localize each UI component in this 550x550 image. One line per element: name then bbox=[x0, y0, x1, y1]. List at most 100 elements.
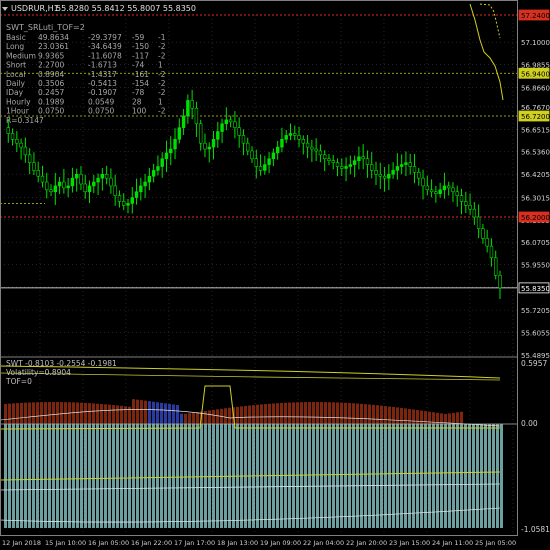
symbol-label: USDRUR,H1 bbox=[11, 4, 59, 13]
histogram-bar-neg bbox=[56, 424, 59, 528]
chart-header: USDRUR,H1 55.8280 55.8412 55.8007 55.835… bbox=[2, 4, 196, 13]
histogram-bar-pos bbox=[288, 402, 291, 424]
price-tick: 55.7205 bbox=[521, 307, 550, 315]
histogram-bar-neg bbox=[68, 424, 71, 528]
histogram-bar-pos bbox=[180, 413, 183, 424]
time-tick: 19 Jan 09:00 bbox=[260, 539, 301, 547]
stats-cell: -29.3797 bbox=[88, 33, 122, 42]
histogram-bar-neg bbox=[8, 424, 11, 528]
histogram-bar-neg bbox=[316, 424, 319, 528]
histogram-bar-neg bbox=[488, 424, 491, 528]
histogram-bar-pos bbox=[172, 404, 175, 424]
histogram-bar-neg bbox=[448, 424, 451, 528]
histogram-bar-neg bbox=[104, 424, 107, 528]
stats-cell: 0.0750 bbox=[88, 107, 114, 116]
histogram-bar-neg bbox=[44, 424, 47, 528]
chevron-down-icon[interactable] bbox=[2, 7, 8, 11]
price-tick: 56.0705 bbox=[521, 239, 550, 247]
candle-body bbox=[32, 162, 36, 171]
stats-cell: 23.0361 bbox=[38, 42, 69, 51]
histogram-bar-pos bbox=[224, 408, 227, 424]
price-tick: 56.5360 bbox=[521, 149, 550, 157]
histogram-bar-pos bbox=[312, 402, 315, 424]
histogram-bar-pos bbox=[460, 411, 463, 424]
histogram-bar-pos bbox=[196, 412, 199, 424]
stats-cell: Medium bbox=[6, 51, 36, 60]
histogram-bar-pos bbox=[116, 405, 119, 424]
stats-cell: 1 bbox=[158, 97, 163, 106]
histogram-bar-pos bbox=[152, 401, 155, 424]
histogram-bar-neg bbox=[320, 424, 323, 528]
candle-body bbox=[288, 133, 293, 136]
histogram-bar-neg bbox=[368, 424, 371, 528]
candle-body bbox=[284, 135, 288, 140]
histogram-bar-pos bbox=[360, 403, 363, 424]
candle-body bbox=[498, 274, 502, 289]
histogram-bar-pos bbox=[112, 405, 115, 424]
candle-body bbox=[455, 191, 459, 196]
histogram-bar-pos bbox=[240, 406, 243, 424]
candle-body bbox=[250, 150, 254, 160]
candle-body bbox=[156, 166, 160, 171]
histogram-bar-neg bbox=[96, 424, 99, 528]
candle-body bbox=[412, 166, 417, 173]
stats-cell: -2 bbox=[158, 51, 166, 60]
candle-body bbox=[280, 139, 284, 148]
histogram-bar-pos bbox=[356, 403, 359, 424]
histogram-bar-pos bbox=[64, 402, 67, 424]
time-tick: 16 Jan 22:00 bbox=[131, 539, 172, 547]
candle-body bbox=[169, 148, 173, 154]
histogram-bar-pos bbox=[92, 403, 95, 424]
level-label-text: 56.2000 bbox=[521, 214, 550, 222]
stats-cell: -150 bbox=[132, 42, 149, 51]
histogram-bar-pos bbox=[20, 402, 23, 424]
candle-body bbox=[62, 181, 66, 189]
histogram-bar-pos bbox=[144, 400, 147, 424]
candle-body bbox=[40, 175, 45, 183]
candle-body bbox=[297, 135, 301, 140]
stats-cell: Local bbox=[6, 70, 25, 79]
histogram-bar-neg bbox=[380, 424, 383, 528]
candle-body bbox=[241, 135, 246, 144]
histogram-bar-neg bbox=[168, 424, 171, 528]
histogram-bar-neg bbox=[140, 424, 143, 528]
candle-body bbox=[237, 127, 241, 136]
candle-body bbox=[203, 142, 207, 150]
candle-body bbox=[391, 170, 395, 175]
histogram-bar-pos bbox=[8, 403, 11, 424]
histogram-bar-pos bbox=[104, 404, 107, 424]
histogram-bar-pos bbox=[44, 402, 47, 424]
histogram-bar-pos bbox=[120, 405, 123, 424]
histogram-bar-neg bbox=[76, 424, 79, 528]
histogram-bar-pos bbox=[328, 402, 331, 424]
histogram-bar-pos bbox=[368, 404, 371, 424]
histogram-bar-pos bbox=[100, 403, 103, 424]
histogram-bar-neg bbox=[120, 424, 123, 528]
candle-body bbox=[301, 139, 306, 144]
trading-chart[interactable]: USDRUR,H1 55.8280 55.8412 55.8007 55.835… bbox=[0, 0, 550, 550]
level-label-text: 55.8350 bbox=[521, 285, 550, 293]
stats-cell: 49.8634 bbox=[38, 33, 69, 42]
histogram-bar-neg bbox=[392, 424, 395, 528]
histogram-bar-pos bbox=[32, 402, 35, 424]
volatility-label: Volatility=0.8904 bbox=[6, 368, 71, 377]
histogram-bar-pos bbox=[268, 403, 271, 424]
histogram-bar-pos bbox=[420, 410, 423, 424]
histogram-bar-neg bbox=[180, 424, 183, 528]
histogram-bar-neg bbox=[352, 424, 355, 528]
candle-body bbox=[160, 158, 164, 167]
candle-body bbox=[459, 195, 464, 202]
candle-body bbox=[23, 146, 28, 156]
candle-body bbox=[233, 121, 237, 128]
candle-body bbox=[344, 166, 348, 169]
histogram-bar-pos bbox=[84, 402, 87, 424]
histogram-bar-pos bbox=[344, 402, 347, 424]
candle-body bbox=[438, 189, 442, 194]
histogram-bar-neg bbox=[484, 424, 487, 528]
histogram-bar-pos bbox=[188, 413, 191, 424]
histogram-bar-pos bbox=[416, 410, 419, 424]
histogram-bar-neg bbox=[496, 424, 499, 528]
stats-cell: -11.6078 bbox=[88, 51, 122, 60]
candle-body bbox=[117, 195, 122, 202]
candle-body bbox=[134, 191, 139, 198]
